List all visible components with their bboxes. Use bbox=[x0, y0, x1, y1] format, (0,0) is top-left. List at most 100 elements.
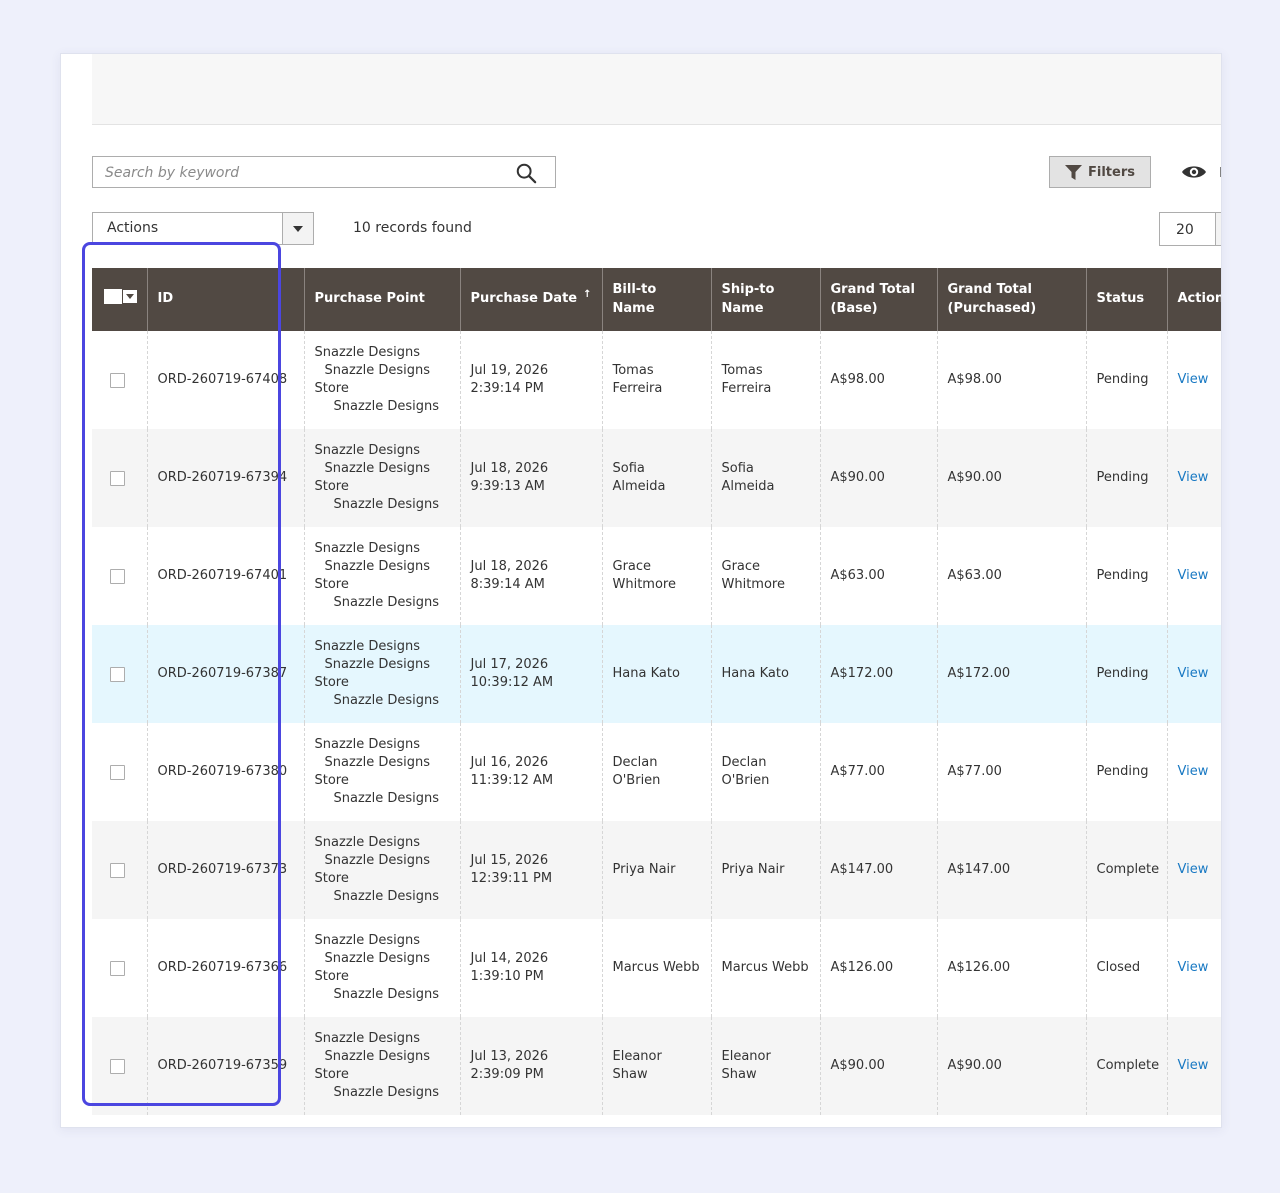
ship-to-name: Eleanor Shaw bbox=[711, 1017, 821, 1115]
row-checkbox[interactable] bbox=[110, 666, 125, 682]
column-header-action: Action bbox=[1167, 268, 1221, 331]
chevron-down-icon bbox=[282, 213, 313, 244]
view-link[interactable]: View bbox=[1178, 666, 1209, 681]
order-id: ORD-260719-67366 bbox=[147, 919, 305, 1017]
actions-label: Actions bbox=[107, 220, 159, 236]
ship-to-name: Priya Nair bbox=[711, 821, 821, 919]
purchase-point-store: Snazzle Designs bbox=[324, 460, 431, 476]
bill-to-name: Hana Kato bbox=[602, 625, 712, 723]
column-header-status[interactable]: Status bbox=[1086, 268, 1168, 331]
select-all-checkbox[interactable] bbox=[104, 288, 122, 304]
per-page-input[interactable]: 20 bbox=[1159, 212, 1217, 246]
grand-total-base: A$90.00 bbox=[820, 1017, 938, 1115]
row-checkbox[interactable] bbox=[110, 862, 125, 878]
actions-dropdown[interactable]: Actions bbox=[92, 212, 314, 245]
order-status: Pending bbox=[1086, 429, 1168, 527]
column-header-id[interactable]: ID bbox=[147, 268, 305, 331]
purchase-point-store-suffix: Store bbox=[314, 969, 349, 984]
eye-icon[interactable] bbox=[1181, 163, 1207, 181]
view-link[interactable]: View bbox=[1178, 568, 1209, 583]
column-header-purchase-date[interactable]: Purchase Date ↑ bbox=[460, 268, 603, 331]
purchase-point-website: Snazzle Designs bbox=[314, 540, 421, 556]
purchase-point-view: Snazzle Designs bbox=[333, 399, 440, 415]
search-icon[interactable] bbox=[515, 162, 537, 184]
row-checkbox[interactable] bbox=[110, 568, 125, 584]
row-select-cell bbox=[92, 1017, 148, 1115]
header-select-all[interactable] bbox=[92, 268, 148, 331]
bill-to-name: Sofia Almeida bbox=[602, 429, 712, 527]
purchase-date: Jul 17, 2026 10:39:12 AM bbox=[460, 625, 603, 723]
purchase-point: Snazzle Designs Snazzle Designs Store Snazz… bbox=[304, 821, 461, 919]
table-row[interactable]: ORD-260719-67408 Snazzle Designs Snazzle D… bbox=[92, 331, 1221, 429]
ship-to-name: Sofia Almeida bbox=[711, 429, 821, 527]
records-count: 10 records found bbox=[353, 220, 472, 236]
order-status: Complete bbox=[1086, 1017, 1168, 1115]
purchase-point: Snazzle Designs Snazzle Designs Store Snazz… bbox=[304, 429, 461, 527]
purchase-point: Snazzle Designs Snazzle Designs Store Snazz… bbox=[304, 919, 461, 1017]
view-label[interactable]: D bbox=[1219, 166, 1221, 181]
filter-icon bbox=[1065, 164, 1082, 180]
purchase-point: Snazzle Designs Snazzle Designs Store Snazz… bbox=[304, 625, 461, 723]
purchase-point-store-suffix: Store bbox=[314, 773, 349, 788]
purchase-point: Snazzle Designs Snazzle Designs Store Snazz… bbox=[304, 1017, 461, 1115]
column-header-grand-total-base[interactable]: Grand Total (Base) bbox=[820, 268, 938, 331]
purchase-point-store-suffix: Store bbox=[314, 871, 349, 886]
column-header-grand-total-purchased[interactable]: Grand Total (Purchased) bbox=[937, 268, 1087, 331]
table-row[interactable]: ORD-260719-67359 Snazzle Designs Snazzle D… bbox=[92, 1017, 1221, 1115]
purchase-point-store: Snazzle Designs bbox=[324, 1048, 431, 1064]
order-id: ORD-260719-67394 bbox=[147, 429, 305, 527]
action-cell: View bbox=[1167, 723, 1221, 821]
row-checkbox[interactable] bbox=[110, 764, 125, 780]
grand-total-base: A$147.00 bbox=[820, 821, 938, 919]
table-row[interactable]: ORD-260719-67387 Snazzle Designs Snazzle D… bbox=[92, 625, 1221, 723]
table-row[interactable]: ORD-260719-67401 Snazzle Designs Snazzle D… bbox=[92, 527, 1221, 625]
table-header-row: ID Purchase Point Purchase Date ↑ Bill-t… bbox=[92, 268, 1221, 331]
purchase-point-store: Snazzle Designs bbox=[324, 656, 431, 672]
search-input[interactable] bbox=[103, 157, 507, 189]
column-header-purchase-point[interactable]: Purchase Point bbox=[304, 268, 461, 331]
purchase-point: Snazzle Designs Snazzle Designs Store Snazz… bbox=[304, 723, 461, 821]
order-id: ORD-260719-67380 bbox=[147, 723, 305, 821]
table-row[interactable]: ORD-260719-67394 Snazzle Designs Snazzle D… bbox=[92, 429, 1221, 527]
grand-total-purchased: A$77.00 bbox=[937, 723, 1087, 821]
purchase-point: Snazzle Designs Snazzle Designs Store Snazz… bbox=[304, 527, 461, 625]
purchase-point-view: Snazzle Designs bbox=[333, 497, 440, 513]
purchase-point-view: Snazzle Designs bbox=[333, 693, 440, 709]
grand-total-base: A$77.00 bbox=[820, 723, 938, 821]
column-header-bill-to-name[interactable]: Bill-to Name bbox=[602, 268, 712, 331]
view-link[interactable]: View bbox=[1178, 862, 1209, 877]
row-select-cell bbox=[92, 527, 148, 625]
bill-to-name: Grace Whitmore bbox=[602, 527, 712, 625]
row-checkbox[interactable] bbox=[110, 960, 125, 976]
action-cell: View bbox=[1167, 429, 1221, 527]
table-row[interactable]: ORD-260719-67373 Snazzle Designs Snazzle D… bbox=[92, 821, 1221, 919]
view-link[interactable]: View bbox=[1178, 960, 1209, 975]
row-checkbox[interactable] bbox=[110, 372, 125, 388]
grand-total-base: A$172.00 bbox=[820, 625, 938, 723]
purchase-date: Jul 16, 2026 11:39:12 AM bbox=[460, 723, 603, 821]
view-link[interactable]: View bbox=[1178, 372, 1209, 387]
order-status: Pending bbox=[1086, 331, 1168, 429]
grand-total-base: A$63.00 bbox=[820, 527, 938, 625]
table-row[interactable]: ORD-260719-67380 Snazzle Designs Snazzle D… bbox=[92, 723, 1221, 821]
purchase-date-label: Purchase Date bbox=[470, 291, 578, 307]
purchase-point-store-suffix: Store bbox=[314, 479, 349, 494]
column-header-ship-to-name[interactable]: Ship-to Name bbox=[711, 268, 821, 331]
row-checkbox[interactable] bbox=[110, 1058, 125, 1074]
view-link[interactable]: View bbox=[1178, 1058, 1209, 1073]
per-page-button[interactable] bbox=[1215, 212, 1221, 246]
view-link[interactable]: View bbox=[1178, 470, 1209, 485]
view-link[interactable]: View bbox=[1178, 764, 1209, 779]
row-checkbox[interactable] bbox=[110, 470, 125, 486]
purchase-point-website: Snazzle Designs bbox=[314, 932, 421, 948]
purchase-point-store: Snazzle Designs bbox=[324, 950, 431, 966]
action-cell: View bbox=[1167, 1017, 1221, 1115]
grand-total-base: A$98.00 bbox=[820, 331, 938, 429]
chevron-down-icon[interactable] bbox=[123, 289, 137, 303]
filters-button[interactable]: Filters bbox=[1049, 156, 1151, 188]
grand-total-purchased: A$63.00 bbox=[937, 527, 1087, 625]
table-row[interactable]: ORD-260719-67366 Snazzle Designs Snazzle D… bbox=[92, 919, 1221, 1017]
purchase-point-view: Snazzle Designs bbox=[333, 791, 440, 807]
purchase-date: Jul 15, 2026 12:39:11 PM bbox=[460, 821, 603, 919]
row-select-cell bbox=[92, 919, 148, 1017]
